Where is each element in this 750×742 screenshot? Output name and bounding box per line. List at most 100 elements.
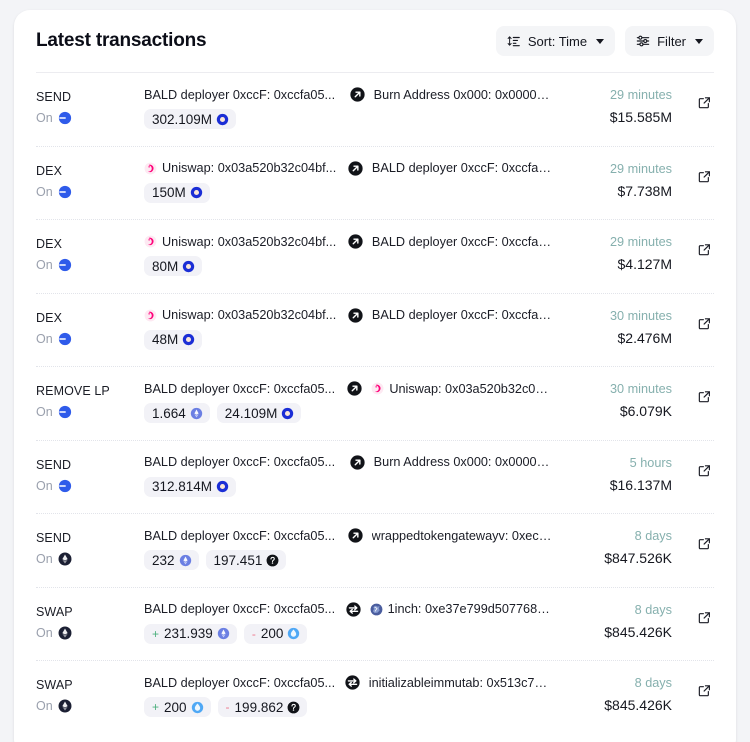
to-address-label: Uniswap: 0x03a520b32c04bf...	[389, 382, 554, 396]
chain-line: On	[36, 699, 144, 713]
on-label: On	[36, 405, 53, 419]
link-column	[672, 588, 714, 625]
transaction-detail-column: Uniswap: 0x03a520b32c04bf... BALD deploy…	[144, 220, 554, 276]
filter-button[interactable]: Filter	[625, 26, 714, 56]
external-link-icon[interactable]	[697, 316, 712, 331]
to-address[interactable]: initializableimmutab: 0x513c7e3a...	[369, 676, 554, 690]
token-chip[interactable]: 302.109M	[144, 109, 236, 129]
transaction-meta-column: 29 minutes $4.127M	[554, 220, 672, 272]
token-chip[interactable]: 48M	[144, 330, 202, 350]
bald-token-icon	[182, 333, 195, 346]
external-link-icon[interactable]	[697, 683, 712, 698]
token-chip[interactable]: + 231.939	[144, 624, 237, 644]
from-address-label: BALD deployer 0xccF: 0xccfa05...	[144, 676, 335, 690]
to-address-label: BALD deployer 0xccF: 0xccfa05...	[372, 235, 554, 249]
table-row[interactable]: DEX On Uniswap: 0x03a520b32c04bf... BALD…	[36, 219, 714, 293]
token-chip[interactable]: 150M	[144, 183, 210, 203]
token-chip[interactable]: 80M	[144, 256, 202, 276]
external-link-icon[interactable]	[697, 610, 712, 625]
to-address[interactable]: Burn Address 0x000: 0x000000...	[374, 88, 554, 102]
from-address-label: BALD deployer 0xccF: 0xccfa05...	[144, 455, 335, 469]
transaction-type-column: SEND On	[36, 514, 144, 566]
token-sign: +	[152, 700, 159, 714]
from-address[interactable]: BALD deployer 0xccF: 0xccfa05...	[144, 529, 348, 543]
token-chip[interactable]: 232	[144, 550, 199, 570]
to-address[interactable]: 1inch: 0xe37e799d5077682fa...	[370, 602, 554, 616]
token-list: 80M	[144, 256, 554, 276]
eth-token-icon	[179, 554, 192, 567]
on-label: On	[36, 552, 53, 566]
transaction-detail-column: Uniswap: 0x03a520b32c04bf... BALD deploy…	[144, 294, 554, 350]
timestamp: 8 days	[554, 602, 672, 618]
token-amount: 312.814M	[152, 479, 212, 494]
external-link-icon[interactable]	[697, 389, 712, 404]
table-row[interactable]: SWAP On BALD deployer 0xccF: 0xccfa05...…	[36, 660, 714, 734]
timestamp: 29 minutes	[554, 234, 672, 250]
external-link-icon[interactable]	[697, 242, 712, 257]
to-address[interactable]: Uniswap: 0x03a520b32c04bf...	[371, 382, 554, 396]
from-address[interactable]: BALD deployer 0xccF: 0xccfa05...	[144, 88, 350, 102]
transaction-value: $845.426K	[554, 624, 672, 640]
from-address[interactable]: BALD deployer 0xccF: 0xccfa05...	[144, 382, 347, 396]
token-amount: 80M	[152, 259, 178, 274]
ethereum-chain-icon	[58, 626, 72, 640]
external-link-icon[interactable]	[697, 463, 712, 478]
token-chip[interactable]: 24.109M	[217, 403, 302, 423]
token-amount: 1.664	[152, 406, 186, 421]
transaction-detail-column: BALD deployer 0xccF: 0xccfa05... Uniswap…	[144, 367, 554, 423]
chevron-down-icon	[596, 39, 604, 44]
table-row[interactable]: REMOVE LP On BALD deployer 0xccF: 0xccfa…	[36, 366, 714, 440]
chain-line: On	[36, 332, 144, 346]
from-address[interactable]: Uniswap: 0x03a520b32c04bf...	[144, 235, 348, 249]
token-chip[interactable]: - 199.862	[218, 697, 308, 717]
chain-line: On	[36, 552, 144, 566]
from-address[interactable]: BALD deployer 0xccF: 0xccfa05...	[144, 676, 345, 690]
token-chip[interactable]: + 200	[144, 697, 211, 717]
to-address[interactable]: BALD deployer 0xccF: 0xccfa05...	[372, 308, 554, 322]
table-row[interactable]: DEX On Uniswap: 0x03a520b32c04bf... BALD…	[36, 146, 714, 220]
on-label: On	[36, 479, 53, 493]
on-label: On	[36, 699, 53, 713]
transaction-meta-column: 8 days $845.426K	[554, 661, 672, 713]
transaction-type-column: DEX On	[36, 147, 144, 199]
external-link-icon[interactable]	[697, 169, 712, 184]
token-chip[interactable]: 197.451	[206, 550, 287, 570]
token-chip[interactable]: - 200	[244, 624, 308, 644]
address-line: BALD deployer 0xccF: 0xccfa05... Burn Ad…	[144, 87, 554, 102]
to-address[interactable]: BALD deployer 0xccF: 0xccfa05...	[372, 161, 554, 175]
transaction-type-column: DEX On	[36, 294, 144, 346]
filter-icon	[636, 34, 650, 48]
table-row[interactable]: SEND On BALD deployer 0xccF: 0xccfa05...…	[36, 513, 714, 587]
token-amount: 48M	[152, 332, 178, 347]
to-address[interactable]: Burn Address 0x000: 0x000000...	[374, 455, 554, 469]
from-address[interactable]: Uniswap: 0x03a520b32c04bf...	[144, 161, 348, 175]
from-address[interactable]: BALD deployer 0xccF: 0xccfa05...	[144, 455, 350, 469]
address-line: Uniswap: 0x03a520b32c04bf... BALD deploy…	[144, 234, 554, 249]
base-chain-icon	[58, 405, 72, 419]
address-line: BALD deployer 0xccF: 0xccfa05... wrapped…	[144, 528, 554, 543]
external-link-icon[interactable]	[697, 95, 712, 110]
transaction-type-column: SEND On	[36, 441, 144, 493]
external-link-icon[interactable]	[697, 536, 712, 551]
link-column	[672, 220, 714, 257]
transaction-value: $845.426K	[554, 697, 672, 713]
sort-button[interactable]: Sort: Time	[496, 26, 615, 56]
from-address[interactable]: Uniswap: 0x03a520b32c04bf...	[144, 308, 348, 322]
table-row[interactable]: SEND On BALD deployer 0xccF: 0xccfa05...…	[36, 72, 714, 146]
token-chip[interactable]: 312.814M	[144, 477, 236, 497]
from-address-label: BALD deployer 0xccF: 0xccfa05...	[144, 529, 335, 543]
arrow-up-right-icon	[347, 381, 362, 396]
token-amount: 199.862	[235, 700, 284, 715]
table-row[interactable]: DEX On Uniswap: 0x03a520b32c04bf... BALD…	[36, 293, 714, 367]
chain-line: On	[36, 111, 144, 125]
to-address[interactable]: BALD deployer 0xccF: 0xccfa05...	[372, 235, 554, 249]
from-address[interactable]: BALD deployer 0xccF: 0xccfa05...	[144, 602, 346, 616]
table-row[interactable]: SWAP On BALD deployer 0xccF: 0xccfa05...…	[36, 587, 714, 661]
token-chip[interactable]: 1.664	[144, 403, 210, 423]
chevron-down-icon	[695, 39, 703, 44]
table-row[interactable]: SEND On BALD deployer 0xccF: 0xccfa05...…	[36, 440, 714, 514]
on-label: On	[36, 626, 53, 640]
to-address[interactable]: wrappedtokengatewayv: 0xecd4...	[372, 529, 554, 543]
uniswap-icon	[144, 235, 157, 248]
arrow-up-right-icon	[348, 234, 363, 249]
